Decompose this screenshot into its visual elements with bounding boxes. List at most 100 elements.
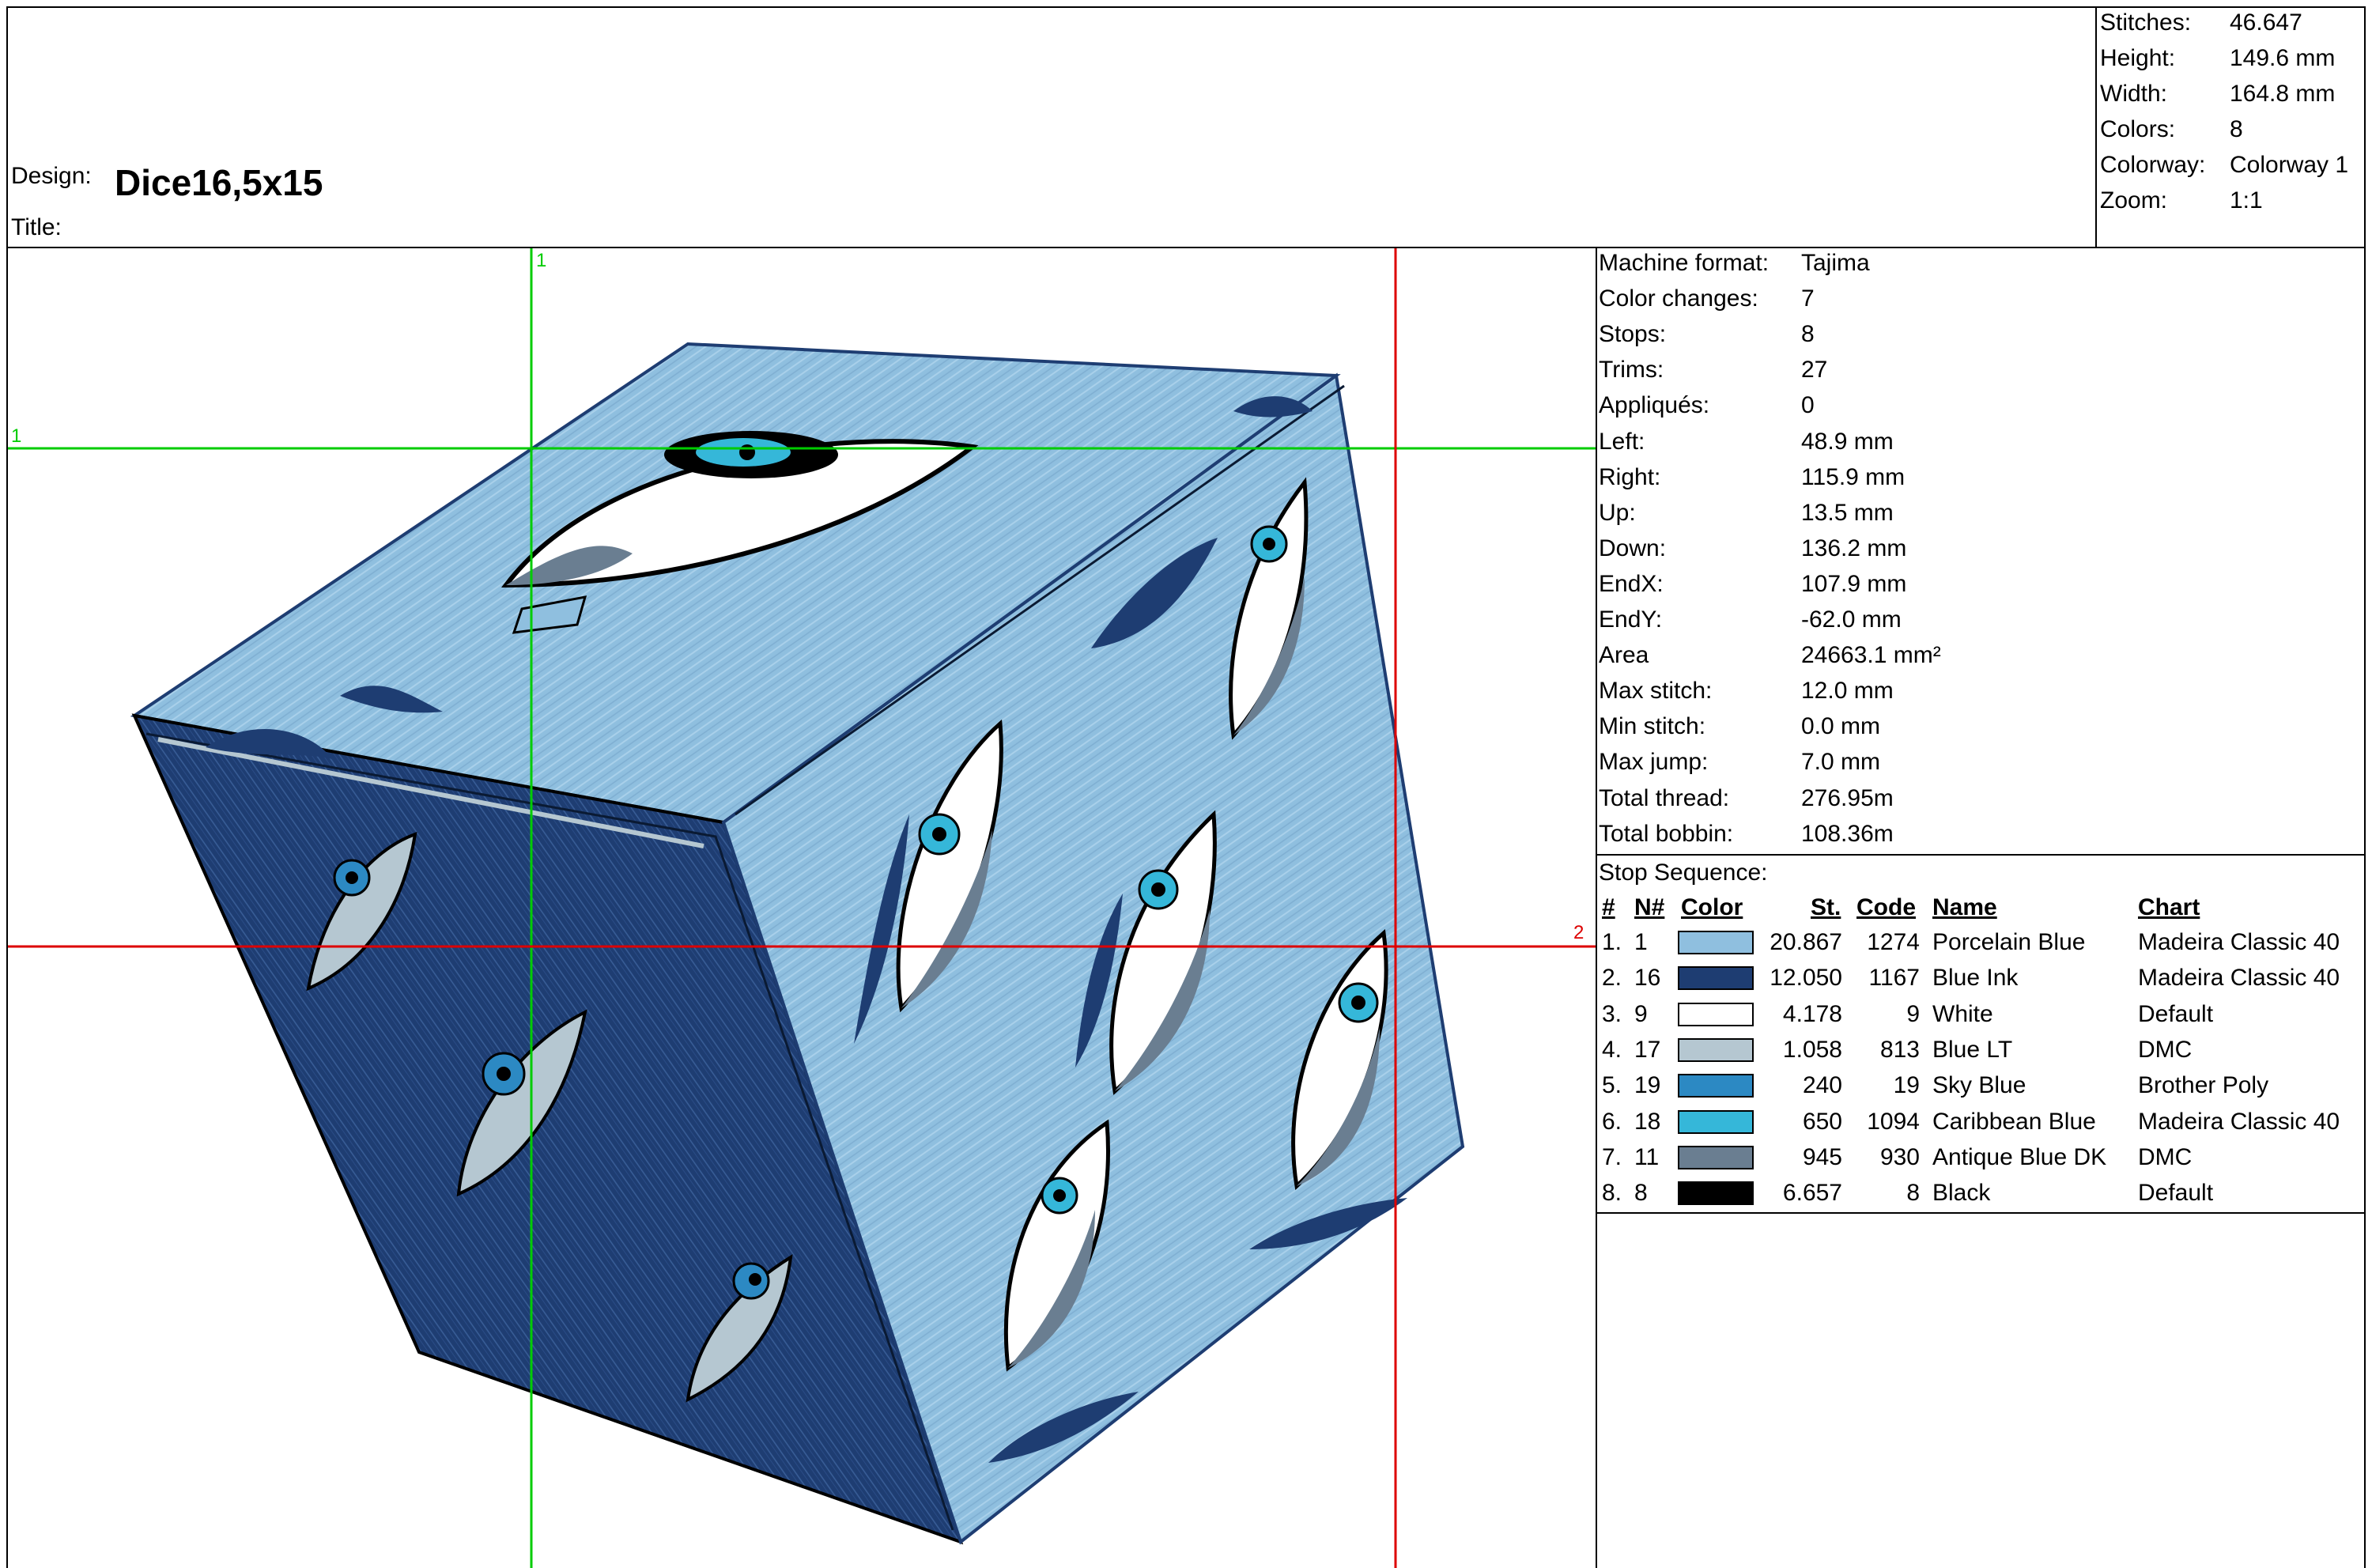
thread-color-swatch xyxy=(1678,1038,1754,1062)
stop-chart: Madeira Classic 40 xyxy=(2138,1109,2340,1135)
detail-value: 0.0 mm xyxy=(1801,713,1881,739)
detail-label: Machine format: xyxy=(1599,250,1770,276)
stop-stitches: 6.657 xyxy=(1782,1180,1842,1206)
stop-stitches: 4.178 xyxy=(1782,1001,1842,1027)
detail-label: Total thread: xyxy=(1599,785,1730,811)
stop-chart: DMC xyxy=(2138,1037,2193,1063)
detail-label: Trims: xyxy=(1599,357,1664,383)
summary-label: Colors: xyxy=(2100,116,2176,142)
stop-index: 6. xyxy=(1602,1109,1622,1135)
detail-label: EndY: xyxy=(1599,606,1663,633)
detail-label: Up: xyxy=(1599,500,1636,526)
summary-value: 149.6 mm xyxy=(2230,45,2336,71)
dice-artwork xyxy=(130,342,1465,1545)
title-label: Title: xyxy=(11,214,62,240)
green-horizontal-guide-label: 1 xyxy=(11,425,22,447)
details-divider-1 xyxy=(1596,854,2366,856)
summary-label: Zoom: xyxy=(2100,187,2168,213)
stop-needle: 19 xyxy=(1634,1072,1661,1098)
detail-label: Min stitch: xyxy=(1599,713,1706,739)
stop-chart: DMC xyxy=(2138,1144,2193,1170)
detail-label: Appliqués: xyxy=(1599,392,1710,418)
design-name: Dice16,5x15 xyxy=(115,162,323,203)
detail-value: -62.0 mm xyxy=(1801,606,1902,633)
stop-index: 1. xyxy=(1602,929,1622,955)
stop-code: 19 xyxy=(1893,1072,1920,1098)
detail-value: 48.9 mm xyxy=(1801,429,1894,455)
green-vertical-guide-label: 1 xyxy=(536,250,547,271)
thread-color-swatch xyxy=(1678,1074,1754,1098)
stop-chart: Default xyxy=(2138,1180,2214,1206)
detail-value: 136.2 mm xyxy=(1801,535,1907,561)
detail-label: Color changes: xyxy=(1599,285,1758,312)
summary-label: Stitches: xyxy=(2100,9,2192,36)
detail-label: Right: xyxy=(1599,464,1661,490)
col-header-index: # xyxy=(1602,894,1615,920)
embroidery-preview xyxy=(8,248,1596,1568)
details-divider-2 xyxy=(1596,1212,2366,1214)
thread-color-swatch xyxy=(1678,966,1754,990)
detail-value: 107.9 mm xyxy=(1801,571,1907,597)
stop-needle: 16 xyxy=(1634,965,1661,991)
stop-code: 813 xyxy=(1879,1037,1920,1063)
stop-code: 1094 xyxy=(1867,1109,1920,1135)
detail-value: 24663.1 mm² xyxy=(1801,642,1941,668)
stop-thread-name: Blue LT xyxy=(1932,1037,2013,1063)
thread-color-swatch xyxy=(1678,1003,1754,1026)
stop-chart: Default xyxy=(2138,1001,2214,1027)
summary-value: Colorway 1 xyxy=(2230,152,2349,178)
col-header-code: Code xyxy=(1856,894,1916,920)
detail-value: 27 xyxy=(1801,357,1828,383)
detail-label: Max stitch: xyxy=(1599,678,1713,704)
summary-value: 164.8 mm xyxy=(2230,81,2336,107)
stop-index: 7. xyxy=(1602,1144,1622,1170)
stop-stitches: 1.058 xyxy=(1782,1037,1842,1063)
summary-value: 8 xyxy=(2230,116,2243,142)
detail-label: Stops: xyxy=(1599,321,1667,347)
stop-thread-name: Caribbean Blue xyxy=(1932,1109,2096,1135)
stop-index: 5. xyxy=(1602,1072,1622,1098)
summary-label: Colorway: xyxy=(2100,152,2206,178)
stop-stitches: 12.050 xyxy=(1770,965,1842,991)
detail-label: Down: xyxy=(1599,535,1667,561)
stop-chart: Madeira Classic 40 xyxy=(2138,929,2340,955)
stop-needle: 9 xyxy=(1634,1001,1648,1027)
red-horizontal-guide-label: 2 xyxy=(1573,922,1584,943)
summary-value: 1:1 xyxy=(2230,187,2263,213)
stop-stitches: 945 xyxy=(1802,1144,1842,1170)
thread-color-swatch xyxy=(1678,1110,1754,1134)
detail-value: 7.0 mm xyxy=(1801,749,1881,775)
header-divider xyxy=(2095,6,2097,248)
detail-value: 13.5 mm xyxy=(1801,500,1894,526)
stop-index: 2. xyxy=(1602,965,1622,991)
detail-value: 8 xyxy=(1801,321,1815,347)
stop-stitches: 240 xyxy=(1802,1072,1842,1098)
detail-value: 115.9 mm xyxy=(1801,464,1906,490)
stop-code: 1167 xyxy=(1868,965,1920,991)
design-label: Design: xyxy=(11,163,92,189)
stop-index: 8. xyxy=(1602,1180,1622,1206)
stop-thread-name: Porcelain Blue xyxy=(1932,929,2086,955)
stop-code: 8 xyxy=(1906,1180,1920,1206)
thread-color-swatch xyxy=(1678,1181,1754,1205)
stop-stitches: 650 xyxy=(1802,1109,1842,1135)
stop-thread-name: Sky Blue xyxy=(1932,1072,2026,1098)
detail-value: 12.0 mm xyxy=(1801,678,1894,704)
stop-thread-name: Blue Ink xyxy=(1932,965,2019,991)
stop-code: 930 xyxy=(1879,1144,1920,1170)
thread-color-swatch xyxy=(1678,1146,1754,1169)
header-frame xyxy=(6,6,2366,248)
stop-chart: Brother Poly xyxy=(2138,1072,2269,1098)
stop-index: 4. xyxy=(1602,1037,1622,1063)
stop-thread-name: White xyxy=(1932,1001,1993,1027)
stop-stitches: 20.867 xyxy=(1770,929,1842,955)
stop-needle: 17 xyxy=(1634,1037,1661,1063)
stop-code: 9 xyxy=(1906,1001,1920,1027)
detail-label: Left: xyxy=(1599,429,1645,455)
thread-color-swatch xyxy=(1678,931,1754,954)
col-header-chart: Chart xyxy=(2138,894,2200,920)
detail-value: Tajima xyxy=(1801,250,1870,276)
detail-value: 108.36m xyxy=(1801,821,1894,847)
col-header-color: Color xyxy=(1681,894,1743,920)
detail-label: EndX: xyxy=(1599,571,1664,597)
